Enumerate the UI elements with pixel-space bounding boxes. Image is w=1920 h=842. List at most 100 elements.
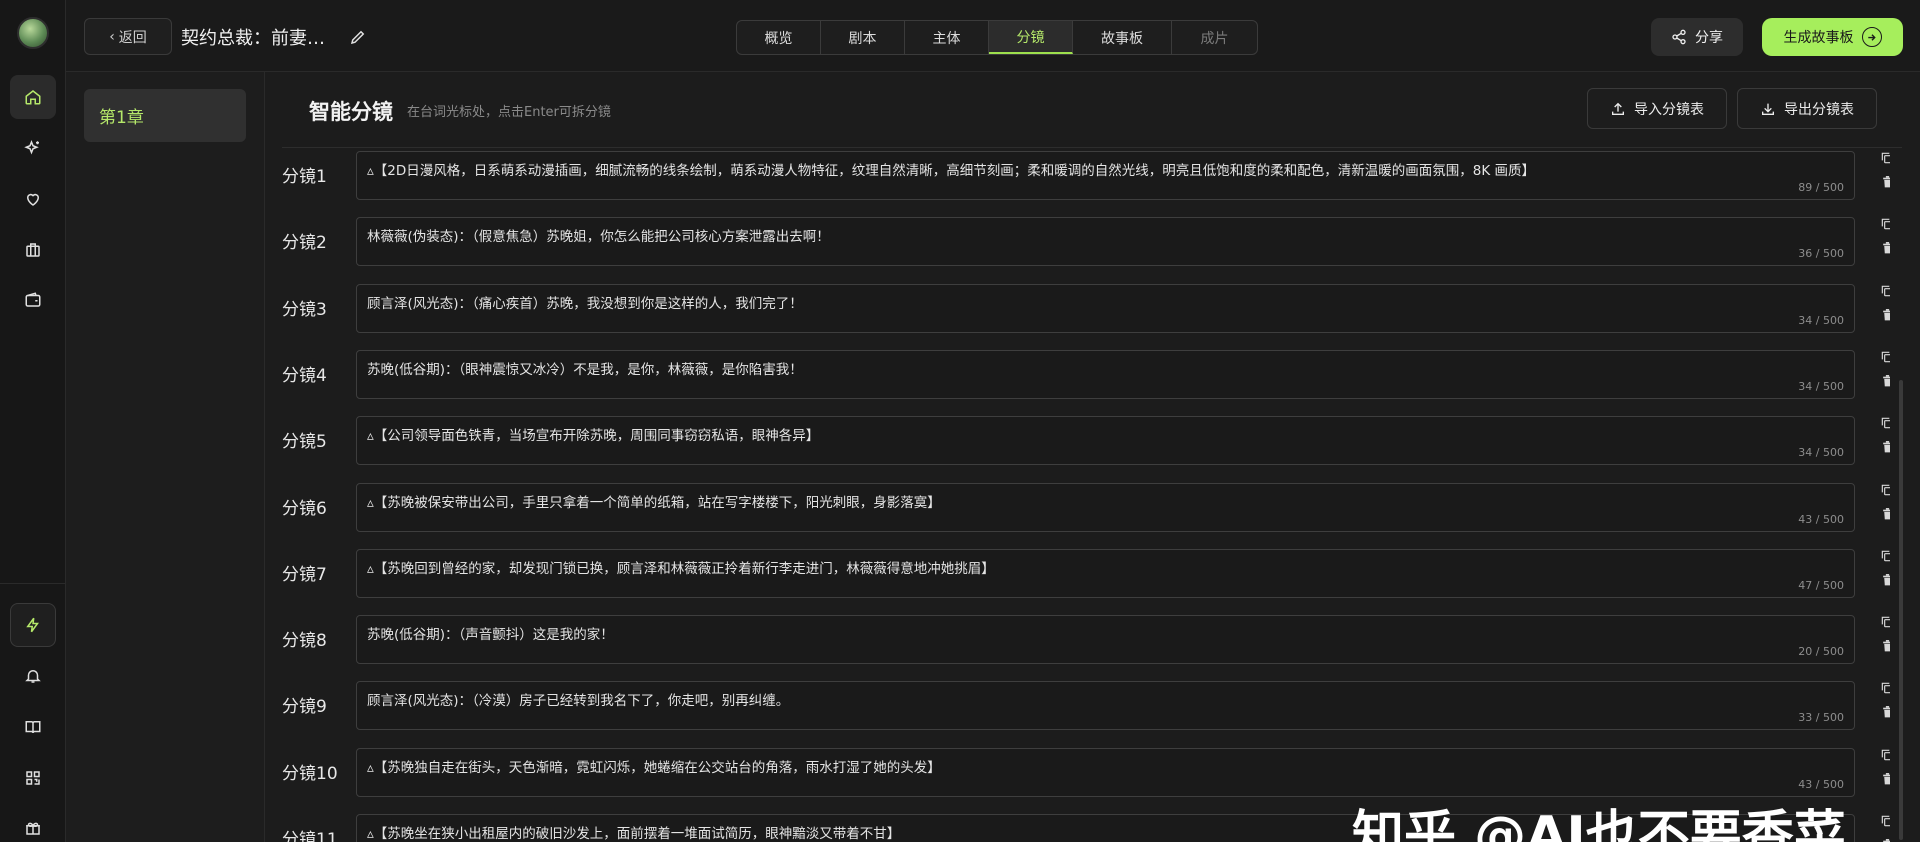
wallet-icon[interactable] <box>10 278 56 322</box>
trash-icon[interactable] <box>1881 175 1890 189</box>
shot-row: 分镜5 ▵【公司领导面色铁青，当场宣布开除苏晚，周围同事窃窃私语，眼神各异】 34 … <box>265 413 1890 479</box>
shot-text-field[interactable]: ▵【苏晚独自走在街头，天色渐暗，霓虹闪烁，她蜷缩在公交站台的角落，雨水打湿了她的… <box>356 747 1855 797</box>
download-icon <box>1762 103 1774 115</box>
shot-label: 分镜7 <box>282 564 327 585</box>
rail-divider <box>0 583 66 584</box>
shot-row: 分镜1 ▵【2D日漫风格，日系萌系动漫插画，细腻流畅的线条绘制，萌系动漫人物特征，… <box>265 148 1890 214</box>
shot-text-field[interactable]: 苏晚(低谷期)：（声音颤抖）这是我的家！ 20 / 500 <box>356 615 1855 665</box>
shot-text: ▵【公司领导面色铁青，当场宣布开除苏晚，周围同事窃窃私语，眼神各异】 <box>367 428 820 445</box>
sparkle-icon[interactable] <box>10 126 56 170</box>
tab-script[interactable]: 剧本 <box>821 21 905 54</box>
share-label: 分享 <box>1695 30 1723 46</box>
tab-storyboard-shots[interactable]: 分镜 <box>989 21 1073 54</box>
chevron-left-icon: ‹ <box>109 28 115 45</box>
gift-icon[interactable] <box>10 806 56 842</box>
shot-label: 分镜5 <box>282 432 327 453</box>
shot-text: 顾言泽(风光态)：（冷漠）房子已经转到我名下了，你走吧，别再纠缠。 <box>367 693 790 710</box>
shot-label: 分镜10 <box>282 763 338 784</box>
shot-text: ▵【2D日漫风格，日系萌系动漫插画，细腻流畅的线条绘制，萌系动漫人物特征，纹理自… <box>367 163 1535 179</box>
shot-text: ▵【苏晚独自走在街头，天色渐暗，霓虹闪烁，她蜷缩在公交站台的角落，雨水打湿了她的… <box>367 759 941 776</box>
trash-icon[interactable] <box>1881 573 1890 587</box>
bolt-icon[interactable] <box>10 603 56 647</box>
copy-icon[interactable] <box>1880 615 1890 629</box>
qrcode-icon[interactable] <box>10 756 56 800</box>
shot-label: 分镜3 <box>282 299 327 320</box>
trash-icon[interactable] <box>1881 374 1890 388</box>
trash-icon[interactable] <box>1881 639 1890 653</box>
back-label: 返回 <box>118 29 147 46</box>
shot-text: ▵【苏晚坐在狭小出租屋内的破旧沙发上，面前摆着一堆面试简历，眼神黯淡又带着不甘】 <box>367 826 901 842</box>
copy-icon[interactable] <box>1880 284 1890 298</box>
shot-row: 分镜3 顾言泽(风光态)：（痛心疾首）苏晚，我没想到你是这样的人，我们完了！ 34 … <box>265 281 1890 347</box>
copy-icon[interactable] <box>1880 483 1890 497</box>
char-count: 34 / 500 <box>1798 313 1844 327</box>
project-title: 契约总裁：前妻… <box>181 28 325 49</box>
tab-subjects[interactable]: 主体 <box>905 21 989 54</box>
heart-icon[interactable] <box>10 177 56 221</box>
trash-icon[interactable] <box>1881 507 1890 521</box>
shot-row: 分镜2 林薇薇(伪装态)：（假意焦急）苏晚姐，你怎么能把公司核心方案泄露出去啊！ 3… <box>265 214 1890 280</box>
shot-text-field[interactable]: ▵【苏晚回到曾经的家，却发现门锁已换，顾言泽和林薇薇正拎着新行李走进门，林薇薇得… <box>356 548 1855 598</box>
chapter-panel: 第1章 <box>66 72 265 842</box>
back-button[interactable]: ‹ 返回 <box>84 18 172 55</box>
char-count: 89 / 500 <box>1798 181 1844 194</box>
shot-text-field[interactable]: ▵【苏晚被保安带出公司，手里只拿着一个简单的纸箱，站在写字楼楼下，阳光刺眼，身影… <box>356 482 1855 532</box>
avatar[interactable] <box>17 17 49 49</box>
trash-icon[interactable] <box>1881 838 1890 842</box>
copy-icon[interactable] <box>1880 151 1890 165</box>
watermark: 知乎 @AI也不要香菜 <box>1352 806 1846 842</box>
import-shots-button[interactable]: 导入分镜表 <box>1587 88 1727 129</box>
shot-row: 分镜4 苏晚(低谷期)：（眼神震惊又冰冷）不是我，是你，林薇薇，是你陷害我！ 34 … <box>265 347 1890 413</box>
bell-icon[interactable] <box>10 654 56 698</box>
import-label: 导入分镜表 <box>1634 101 1704 118</box>
shot-text-field[interactable]: 顾言泽(风光态)：（痛心疾首）苏晚，我没想到你是这样的人，我们完了！ 34 / 5… <box>356 283 1855 333</box>
trash-icon[interactable] <box>1881 241 1890 255</box>
shot-text: ▵【苏晚被保安带出公司，手里只拿着一个简单的纸箱，站在写字楼楼下，阳光刺眼，身影… <box>367 494 941 511</box>
copy-icon[interactable] <box>1880 681 1890 695</box>
trash-icon[interactable] <box>1881 440 1890 454</box>
upload-icon <box>1612 102 1624 115</box>
home-icon[interactable] <box>10 75 56 119</box>
shot-row: 分镜6 ▵【苏晚被保安带出公司，手里只拿着一个简单的纸箱，站在写字楼楼下，阳光刺眼… <box>265 480 1890 546</box>
generate-storyboard-button[interactable]: 生成故事板 <box>1762 18 1903 56</box>
pencil-icon[interactable] <box>349 28 367 46</box>
sidebar-rail <box>0 0 66 842</box>
shot-text-field[interactable]: 顾言泽(风光态)：（冷漠）房子已经转到我名下了，你走吧，别再纠缠。 33 / 50… <box>356 681 1855 731</box>
shot-text: 林薇薇(伪装态)：（假意焦急）苏晚姐，你怎么能把公司核心方案泄露出去啊！ <box>367 229 830 246</box>
shot-text-field[interactable]: 苏晚(低谷期)：（眼神震惊又冰冷）不是我，是你，林薇薇，是你陷害我！ 34 / 5… <box>356 349 1855 399</box>
trash-icon[interactable] <box>1881 772 1890 786</box>
share-icon <box>1672 29 1686 45</box>
shot-text-field[interactable]: 林薇薇(伪装态)：（假意焦急）苏晚姐，你怎么能把公司核心方案泄露出去啊！ 36 /… <box>356 217 1855 267</box>
share-button[interactable]: 分享 <box>1651 18 1743 56</box>
copy-icon[interactable] <box>1880 549 1890 563</box>
char-count: 20 / 500 <box>1798 645 1844 659</box>
tab-final-video[interactable]: 成片 <box>1172 21 1257 54</box>
page-title: 智能分镜 <box>309 100 393 124</box>
tab-storyboard[interactable]: 故事板 <box>1073 21 1172 54</box>
shot-row: 分镜10 ▵【苏晚独自走在街头，天色渐暗，霓虹闪烁，她蜷缩在公交站台的角落，雨水打… <box>265 745 1890 811</box>
tab-overview[interactable]: 概览 <box>737 21 821 54</box>
char-count: 43 / 500 <box>1798 512 1844 526</box>
copy-icon[interactable] <box>1880 748 1890 762</box>
copy-icon[interactable] <box>1880 814 1890 828</box>
copy-icon[interactable] <box>1880 217 1890 231</box>
copy-icon[interactable] <box>1880 350 1890 364</box>
chapter-item[interactable]: 第1章 <box>84 89 246 142</box>
briefcase-icon[interactable] <box>10 228 56 272</box>
trash-icon[interactable] <box>1881 308 1890 322</box>
shot-label: 分镜9 <box>282 697 327 718</box>
shot-text-field[interactable]: ▵【公司领导面色铁青，当场宣布开除苏晚，周围同事窃窃私语，眼神各异】 34 / 5… <box>356 416 1855 466</box>
export-shots-button[interactable]: 导出分镜表 <box>1737 88 1877 129</box>
shot-label: 分镜8 <box>282 631 327 652</box>
shot-text: ▵【苏晚回到曾经的家，却发现门锁已换，顾言泽和林薇薇正拎着新行李走进门，林薇薇得… <box>367 560 995 577</box>
book-icon[interactable] <box>10 705 56 749</box>
char-count: 36 / 500 <box>1798 247 1844 261</box>
scrollbar-thumb[interactable] <box>1899 380 1903 840</box>
tab-bar: 概览 剧本 主体 分镜 故事板 成片 <box>736 20 1258 55</box>
shot-text-field[interactable]: ▵【2D日漫风格，日系萌系动漫插画，细腻流畅的线条绘制，萌系动漫人物特征，纹理自… <box>356 151 1855 200</box>
char-count: 34 / 500 <box>1798 379 1844 393</box>
shot-text: 顾言泽(风光态)：（痛心疾首）苏晚，我没想到你是这样的人，我们完了！ <box>367 295 803 312</box>
shot-label: 分镜4 <box>282 365 327 386</box>
trash-icon[interactable] <box>1881 705 1890 719</box>
copy-icon[interactable] <box>1880 416 1890 430</box>
